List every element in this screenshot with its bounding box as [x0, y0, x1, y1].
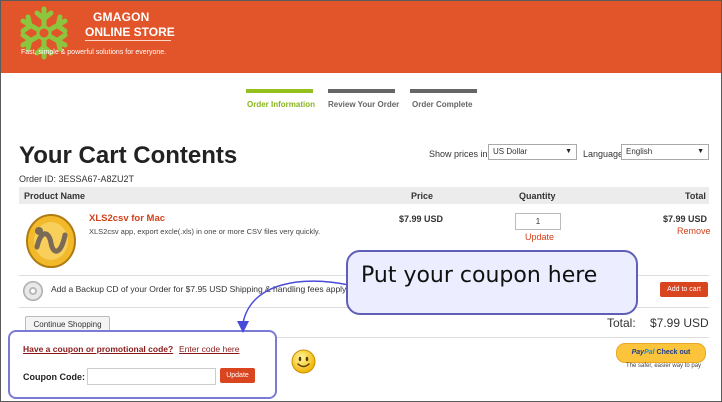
product-total: $7.99 USD [663, 214, 708, 224]
currency-label: Show prices in: [429, 149, 491, 159]
page-title: Your Cart Contents [19, 142, 238, 169]
callout-text: Put your coupon here [361, 263, 598, 288]
header-product: Product Name [24, 191, 86, 201]
brand-divider [85, 40, 171, 41]
chevron-down-icon: ▼ [565, 148, 572, 155]
site-header: GMAGON ONLINE STORE Fast, simple & power… [1, 1, 721, 73]
coupon-code-input[interactable] [87, 368, 216, 385]
chevron-down-icon: ▼ [697, 148, 704, 155]
brand-tagline: Fast, simple & powerful solutions for ev… [21, 49, 167, 56]
step-bar-order-complete [410, 89, 477, 93]
step-label-review-order: Review Your Order [328, 100, 400, 109]
language-select[interactable]: English ▼ [621, 144, 709, 160]
update-quantity-link[interactable]: Update [525, 232, 554, 242]
step-label-order-information: Order Information [247, 100, 316, 109]
xls2csv-app-icon [26, 214, 76, 268]
header-total: Total [685, 191, 706, 201]
language-value: English [626, 147, 653, 156]
paypal-checkout-label: Check out [656, 349, 691, 356]
annotation-arrow [237, 280, 350, 333]
language-label: Language [583, 149, 624, 159]
grand-total-value: $7.99 USD [650, 316, 709, 330]
coupon-code-label: Coupon Code: [23, 372, 85, 382]
smiley-icon [291, 349, 316, 374]
coupon-highlight-box [8, 330, 277, 399]
step-bar-review-order [328, 89, 395, 93]
paypal-tagline: The safer, easier way to pay [626, 363, 702, 369]
step-bar-order-information [246, 89, 313, 93]
paypal-checkout-button[interactable]: PayPal Check out [616, 343, 706, 363]
page-frame: GMAGON ONLINE STORE Fast, simple & power… [0, 0, 722, 402]
cart-table-header: Product Name Price Quantity Total [19, 187, 709, 204]
order-id: Order ID: 3ESSA67-A8ZU2T [19, 174, 135, 184]
product-description: XLS2csv app, export excle(.xls) in one o… [89, 227, 321, 236]
coupon-question[interactable]: Have a coupon or promotional code? [23, 344, 173, 354]
cd-icon [23, 281, 43, 301]
enter-code-link[interactable]: Enter code here [179, 344, 239, 354]
grand-total-label: Total: [607, 316, 636, 330]
currency-select[interactable]: US Dollar ▼ [488, 144, 577, 160]
step-label-order-complete: Order Complete [412, 100, 473, 109]
quantity-input[interactable]: 1 [515, 213, 561, 230]
paypal-logo-part2: Pal [644, 349, 655, 356]
product-name-link[interactable]: XLS2csv for Mac [89, 213, 165, 224]
product-price: $7.99 USD [399, 214, 444, 224]
brand-subname: ONLINE STORE [85, 25, 175, 39]
remove-item-link[interactable]: Remove [677, 226, 711, 236]
add-to-cart-button[interactable]: Add to cart [660, 282, 708, 297]
header-price: Price [411, 191, 434, 201]
brand-name: GMAGON [93, 10, 150, 24]
paypal-logo-part1: Pay [631, 349, 645, 356]
coupon-update-button[interactable]: Update [220, 368, 255, 383]
header-quantity: Quantity [519, 191, 556, 201]
currency-value: US Dollar [493, 147, 528, 156]
